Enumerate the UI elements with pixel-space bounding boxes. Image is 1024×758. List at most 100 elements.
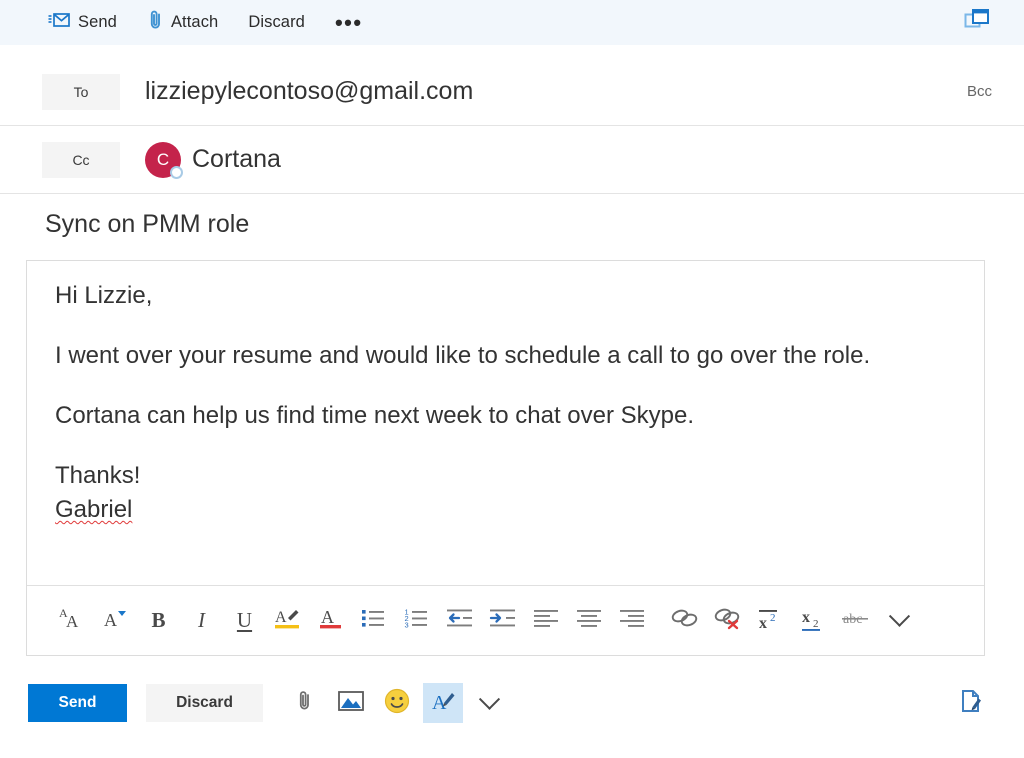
to-field-chip[interactable]: To [42, 74, 120, 110]
subscript-icon: x 2 [800, 605, 828, 636]
insert-picture-icon [338, 690, 364, 717]
font-color-icon: A [318, 604, 344, 637]
subject-input[interactable]: Sync on PMM role [45, 210, 249, 239]
popout-window-icon [964, 8, 990, 37]
message-body-input[interactable]: Hi Lizzie, I went over your resume and w… [27, 261, 984, 586]
message-editor[interactable]: Hi Lizzie, I went over your resume and w… [26, 260, 985, 656]
underline-icon: U [237, 610, 252, 631]
cc-recipient-cortana[interactable]: C Cortana [145, 142, 281, 178]
more-options-chevron-icon [478, 688, 499, 709]
align-left-button[interactable] [524, 599, 567, 643]
attach-command[interactable]: Attach [143, 8, 224, 38]
body-paragraph-3: Cortana can help us find time next week … [55, 399, 956, 433]
more-formatting-icon [889, 606, 910, 627]
formatting-options-icon: A [430, 688, 456, 719]
save-draft-icon [959, 688, 983, 719]
to-field-label: To [74, 84, 89, 100]
superscript-icon: x 2 [757, 605, 785, 636]
cc-recipient-name: Cortana [192, 145, 281, 174]
remove-link-button[interactable] [706, 599, 749, 643]
send-command[interactable]: Send [42, 8, 123, 38]
svg-text:3: 3 [404, 621, 408, 630]
subscript-button[interactable]: x 2 [792, 599, 835, 643]
font-family-icon: A [102, 605, 130, 636]
bulleted-list-icon [361, 607, 387, 634]
attach-icon [298, 689, 312, 718]
svg-text:A: A [104, 610, 117, 630]
more-commands-button[interactable]: ••• [329, 8, 369, 38]
svg-text:2: 2 [813, 618, 819, 630]
formatting-toolbar: A A A B I U A [27, 585, 984, 655]
body-signature: Gabriel [55, 493, 956, 527]
superscript-button[interactable]: x 2 [749, 599, 792, 643]
align-left-icon [533, 608, 559, 633]
signature-name: Gabriel [55, 496, 132, 523]
ellipsis-icon: ••• [335, 18, 363, 28]
popout-window-button[interactable] [962, 8, 992, 36]
align-center-icon [576, 608, 602, 633]
font-family-button[interactable]: A [94, 599, 137, 643]
paperclip-icon [149, 9, 163, 36]
bcc-toggle-link[interactable]: Bcc [967, 83, 992, 100]
body-paragraph-2: I went over your resume and would like t… [55, 339, 956, 373]
to-recipient-value[interactable]: lizziepylecontoso@gmail.com [145, 77, 473, 106]
align-center-button[interactable] [567, 599, 610, 643]
highlight-button[interactable]: A [266, 599, 309, 643]
strikethrough-icon: abc [842, 607, 872, 634]
numbered-list-button[interactable]: 1 2 3 [395, 599, 438, 643]
svg-text:A: A [66, 612, 79, 631]
underline-button[interactable]: U [223, 599, 266, 643]
bulleted-list-button[interactable] [352, 599, 395, 643]
discard-command[interactable]: Discard [242, 8, 311, 38]
more-options-button[interactable] [469, 683, 509, 723]
to-field-row[interactable]: To lizziepylecontoso@gmail.com Bcc [0, 58, 1024, 126]
insert-link-button[interactable] [663, 599, 706, 643]
svg-text:x: x [802, 609, 810, 626]
svg-text:A: A [321, 607, 334, 627]
send-command-label: Send [78, 13, 117, 32]
increase-indent-button[interactable] [481, 599, 524, 643]
svg-text:2: 2 [770, 612, 776, 624]
svg-text:x: x [759, 615, 767, 631]
bold-icon: B [151, 610, 165, 631]
bold-button[interactable]: B [137, 599, 180, 643]
more-formatting-button[interactable] [878, 599, 921, 643]
attach-command-label: Attach [171, 13, 218, 32]
attach-button[interactable] [285, 683, 325, 723]
cc-field-label: Cc [72, 152, 89, 168]
italic-icon: I [198, 610, 205, 631]
subject-field-row[interactable]: Sync on PMM role [0, 194, 1024, 254]
insert-picture-button[interactable] [331, 683, 371, 723]
increase-indent-icon [489, 607, 517, 634]
numbered-list-icon: 1 2 3 [404, 607, 430, 634]
cc-field-row[interactable]: Cc C Cortana [0, 126, 1024, 194]
emoji-icon [384, 688, 410, 719]
presence-badge-icon [170, 166, 183, 179]
align-right-icon [619, 608, 645, 633]
discard-command-label: Discard [248, 13, 305, 32]
cc-field-chip[interactable]: Cc [42, 142, 120, 178]
font-color-button[interactable]: A [309, 599, 352, 643]
align-right-button[interactable] [610, 599, 653, 643]
highlight-icon: A [273, 604, 303, 637]
strikethrough-button[interactable]: abc [835, 599, 878, 643]
send-mail-icon [48, 11, 70, 34]
avatar: C [145, 142, 181, 178]
body-signoff: Thanks! [55, 459, 956, 493]
compose-command-bar: Send Attach Discard ••• [0, 0, 1024, 45]
svg-text:A: A [275, 609, 287, 626]
formatting-options-button[interactable]: A [423, 683, 463, 723]
send-button[interactable]: Send [28, 684, 127, 722]
decrease-indent-icon [446, 607, 474, 634]
font-size-icon: A A [58, 605, 88, 636]
compose-action-bar: Send Discard A [0, 670, 1024, 736]
italic-button[interactable]: I [180, 599, 223, 643]
decrease-indent-button[interactable] [438, 599, 481, 643]
insert-link-icon [670, 607, 700, 634]
emoji-button[interactable] [377, 683, 417, 723]
remove-link-icon [713, 606, 743, 635]
discard-button[interactable]: Discard [146, 684, 263, 722]
save-draft-button[interactable] [956, 688, 986, 718]
body-paragraph-1: Hi Lizzie, [55, 279, 956, 313]
font-size-button[interactable]: A A [51, 599, 94, 643]
